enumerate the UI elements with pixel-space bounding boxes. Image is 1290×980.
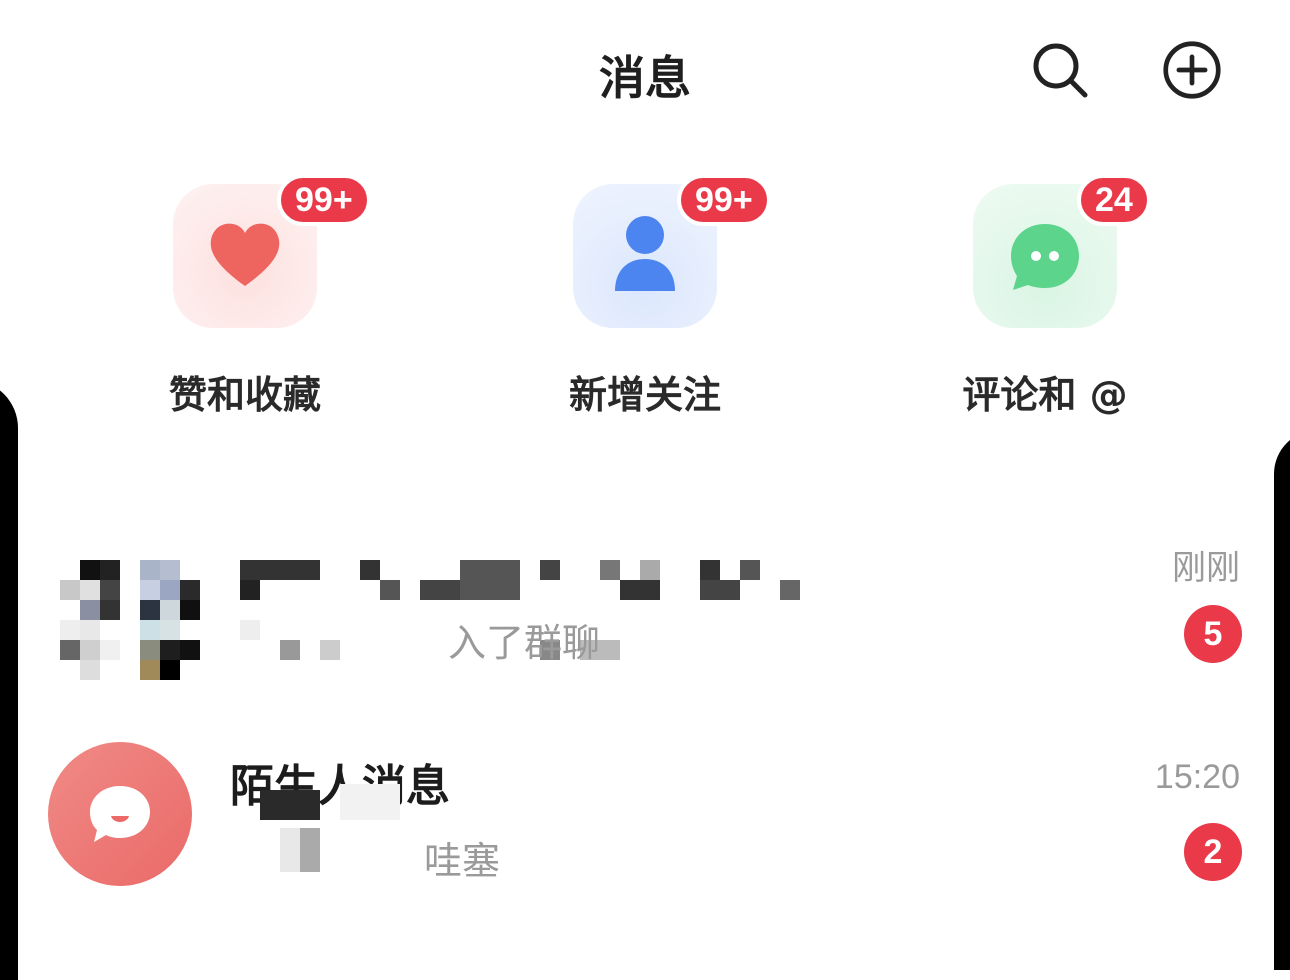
heart-icon (210, 223, 280, 286)
likes-badge: 99+ (277, 174, 371, 226)
search-button[interactable] (1030, 40, 1090, 100)
group-avatar-pixelated (60, 540, 200, 680)
search-icon (1033, 43, 1088, 98)
add-button[interactable] (1162, 40, 1222, 100)
comments-label: 评论和 @ (962, 373, 1128, 417)
add-circle-icon (1163, 41, 1221, 99)
header-bar: 消息 (0, 0, 1290, 140)
speech-bubble-icon (90, 786, 150, 842)
chat-bubble-icon (1011, 224, 1079, 290)
comments-badge: 24 (1077, 174, 1151, 226)
category-likes-and-favorites[interactable]: 99+ 赞和收藏 (95, 174, 395, 424)
group-unread-badge: 5 (1184, 605, 1242, 663)
stranger-avatar (48, 742, 192, 886)
group-message-preview: 入了群聊 (448, 621, 601, 665)
category-comments-and-mentions[interactable]: 24 评论和 @ (895, 174, 1195, 424)
stranger-message-preview: 哇塞 (424, 839, 501, 883)
followers-label: 新增关注 (568, 373, 721, 417)
page-title: 消息 (599, 51, 691, 105)
category-new-followers[interactable]: 99+ 新增关注 (495, 174, 795, 424)
stranger-unread-badge: 2 (1184, 823, 1242, 881)
followers-badge: 99+ (677, 174, 771, 226)
message-row-group-chat[interactable]: 入了群聊 刚刚 5 (0, 520, 1290, 700)
person-icon (615, 216, 675, 291)
stranger-message-time: 15:20 (1154, 758, 1240, 796)
group-message-time: 刚刚 (1172, 549, 1240, 587)
message-row-stranger[interactable]: 陌生人消息 哇塞 15:20 2 (0, 730, 1290, 910)
likes-label: 赞和收藏 (168, 373, 321, 417)
